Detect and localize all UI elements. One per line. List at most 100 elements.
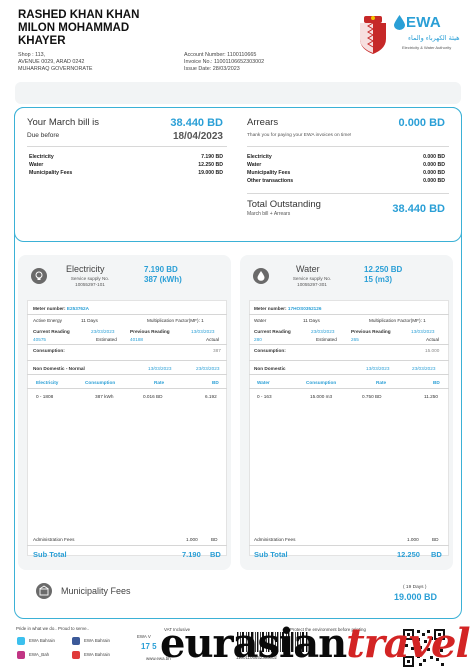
current-reading-date: 23/03/2023	[311, 329, 335, 334]
subtotal-unit: BD	[210, 550, 221, 559]
twitter-icon[interactable]	[17, 637, 25, 645]
current-reading-date: 23/03/2023	[91, 329, 115, 334]
address-line3: MUHARRAQ GOVERNORATE	[18, 66, 93, 72]
energy-label: Active Energy	[33, 318, 62, 323]
phone-partial: 17 5	[141, 642, 157, 651]
previous-reading-value: 40188	[130, 337, 144, 342]
billing-days: 11 Days	[303, 318, 320, 323]
current-reading-label: Current Reading	[33, 329, 70, 334]
arrears-amount: 0.000 BD	[398, 117, 445, 129]
table-cell: 0 - 1808	[36, 394, 54, 399]
water-title: Water	[296, 264, 320, 274]
arrears-thanks: Thank you for paying your EWA invoices o…	[247, 133, 352, 138]
admin-fees-unit: BD	[432, 537, 439, 542]
electricity-title: Electricity	[66, 264, 105, 274]
table-header: Water	[257, 380, 270, 385]
row-divider	[249, 360, 449, 361]
table-cell: 0 - 163	[257, 394, 272, 399]
row-divider	[249, 374, 449, 375]
bill-divider	[27, 146, 227, 147]
consumption-label: Consumption:	[254, 348, 286, 353]
tariff-name: Non Domestic - Normal	[33, 366, 85, 371]
tariff-to: 23/03/2023	[412, 366, 436, 371]
meter-number: 17HOS0352126	[287, 306, 322, 311]
water-drop-icon	[253, 268, 269, 284]
total-sub: March bill + Arrears	[247, 211, 291, 217]
facebook-icon[interactable]	[72, 637, 80, 645]
bill-line: Water 12.250 BD	[29, 162, 223, 168]
subtotal-label: Sub Total	[254, 550, 288, 559]
municipality-icon	[36, 583, 52, 599]
tariff-from: 13/03/2023	[148, 366, 172, 371]
customer-name-line2: MILON MOHAMMAD	[18, 22, 130, 34]
instagram-icon[interactable]	[17, 651, 25, 659]
table-header: Rate	[154, 380, 165, 385]
water-supply-no: 10055297-301	[297, 282, 327, 287]
municipality-days: ( 19 Days )	[403, 585, 427, 590]
table-header: Consumption	[306, 380, 337, 385]
previous-reading-date: 13/03/2023	[411, 329, 435, 334]
meter-number: E253762A	[66, 306, 90, 311]
admin-fees-unit: BD	[211, 537, 218, 542]
current-reading-type: Estimated	[96, 337, 117, 342]
billing-days: 11 Days	[81, 318, 98, 323]
municipality-label: Municipality Fees	[61, 586, 131, 596]
consumption-label: Consumption:	[33, 348, 65, 353]
previous-reading-date: 13/03/2023	[191, 329, 215, 334]
logo-english: Electricity & Water Authority	[402, 45, 452, 50]
address-line1: Shop : 113,	[18, 52, 46, 58]
invoice-number: Invoice No.: 11001106652303002	[184, 59, 265, 65]
social-link[interactable]: EWA_Bah	[29, 652, 49, 657]
customer-name: RASHED KHAN KHAN MILON MOHAMMAD KHAYER	[18, 9, 139, 48]
row-divider	[27, 314, 227, 315]
total-amount: 38.440 BD	[392, 203, 445, 215]
electricity-supply-no: 10055297-101	[75, 282, 105, 287]
account-info: Account Number: 1100110665 Invoice No.: …	[184, 52, 264, 73]
tariff-from: 13/03/2023	[366, 366, 390, 371]
previous-reading-label: Previous Reading	[351, 329, 391, 334]
arrears-divider	[247, 146, 449, 147]
electricity-usage: 387 (kWh)	[144, 275, 182, 284]
table-cell: 0.750 BD	[362, 394, 382, 399]
multiplication-factor: Multiplication Factor(MF): 1	[147, 318, 204, 323]
admin-fees-label: Administration Fees	[254, 537, 296, 542]
admin-fees-value: 1.000	[186, 537, 198, 542]
table-header: BD	[212, 380, 219, 385]
table-cell: 0.016 BD	[143, 394, 163, 399]
current-reading-type: Estimated	[316, 337, 337, 342]
table-header: BD	[433, 380, 440, 385]
subtotal-value: 7.190	[182, 550, 201, 559]
logo-brand: EWA	[406, 14, 442, 31]
current-reading-value: 280	[254, 337, 262, 342]
water-drop-icon	[394, 15, 405, 30]
electricity-supply-label: Service supply No.	[70, 276, 110, 281]
issue-date: Issue Date: 28/03/2023	[184, 66, 240, 72]
consumption-value: 387	[213, 348, 221, 353]
social-link[interactable]: EWA Bahrain	[29, 638, 55, 643]
arrears-line: Electricity 0.000 BD	[247, 154, 445, 160]
water-amount: 12.250 BD	[364, 265, 403, 274]
tariff-to: 23/03/2023	[196, 366, 220, 371]
row-divider	[27, 374, 227, 375]
arrears-line: Water 0.000 BD	[247, 162, 445, 168]
bill-line: Municipality Fees 19.000 BD	[29, 170, 223, 176]
bahrain-seal-icon	[360, 16, 386, 54]
youtube-icon[interactable]	[72, 651, 80, 659]
table-header: Electricity	[36, 380, 59, 385]
due-label: Due before	[27, 132, 60, 139]
row-divider	[249, 388, 449, 389]
bill-lines: Electricity 7.190 BD Water 12.250 BD Munic…	[29, 154, 227, 178]
watermark-logo: eurasiantravel	[160, 620, 471, 668]
table-header: Rate	[376, 380, 387, 385]
customer-name-line1: RASHED KHAN KHAN	[18, 9, 140, 21]
electricity-amount-block: 7.190 BD 387 (kWh)	[144, 265, 182, 285]
table-cell: 6.192	[205, 394, 217, 399]
row-divider	[27, 344, 227, 345]
row-divider	[27, 388, 227, 389]
social-link[interactable]: EWA Bahrain	[84, 638, 110, 643]
row-divider	[27, 360, 227, 361]
current-reading-value: 40575	[33, 337, 47, 342]
current-reading-label: Current Reading	[254, 329, 291, 334]
electricity-amount: 7.190 BD	[144, 265, 178, 274]
social-link[interactable]: EWA Bahrain	[84, 652, 110, 657]
